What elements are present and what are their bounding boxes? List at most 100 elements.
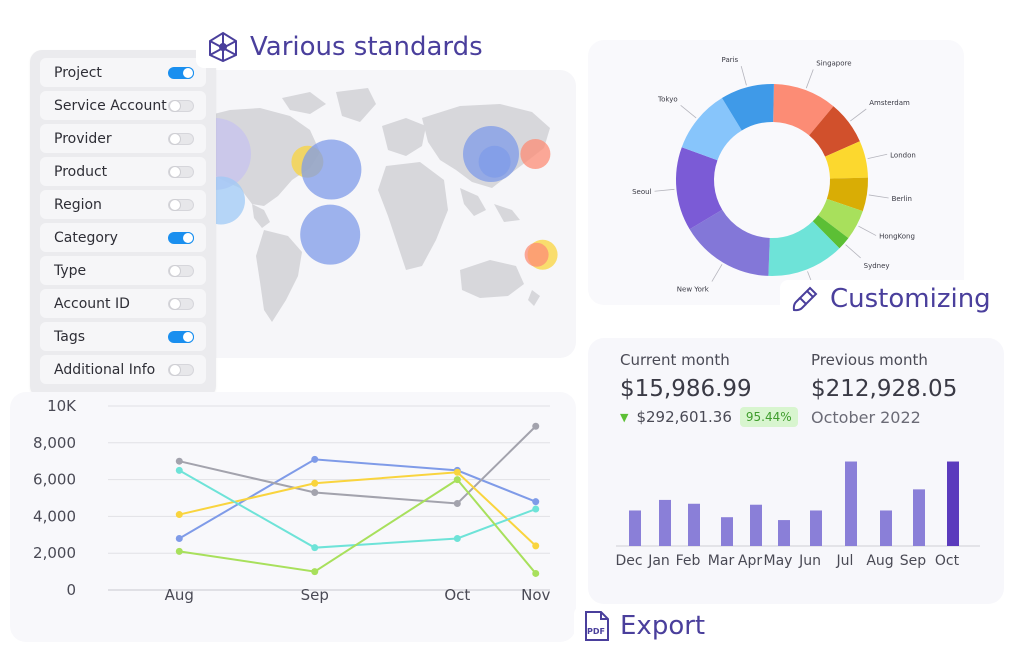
map-bubble: [478, 145, 511, 178]
bar-jan: [659, 499, 671, 546]
donut-chart: Singapore Amsterdam London Berlin HongKong Sy…: [632, 56, 916, 302]
filter-label: Provider: [54, 130, 112, 147]
previous-month-value: $212,928.05: [811, 376, 958, 402]
line-point: [311, 568, 319, 576]
paint-brush-icon: [790, 284, 820, 314]
toggle-knob: [170, 133, 180, 144]
bar-label-oct: Oct: [935, 553, 960, 569]
filter-toggle-service-account[interactable]: [168, 99, 194, 112]
filter-row-tags[interactable]: Tags: [40, 322, 206, 351]
x-tick-label-sep: Sep: [301, 586, 329, 604]
toggle-knob: [183, 331, 193, 342]
bar-label-apr: Apr: [738, 553, 762, 569]
donut-label-hongkong: HongKong: [879, 233, 915, 241]
filter-label: Tags: [54, 328, 85, 345]
donut-chart-card: Singapore Amsterdam London Berlin HongKong Sy…: [588, 40, 964, 305]
toggle-knob: [170, 166, 180, 177]
line-point: [532, 569, 540, 577]
bar-sep: [913, 489, 925, 546]
donut-label-paris: Paris: [722, 56, 739, 64]
delta-row: ▼ $292,601.36 95.44%: [620, 407, 798, 427]
filter-row-service-account[interactable]: Service Account: [40, 91, 206, 120]
filter-toggle-tags[interactable]: [168, 330, 194, 343]
network-icon: [206, 30, 240, 64]
line-point: [175, 547, 183, 555]
line-point: [532, 498, 540, 506]
donut-label-tokyo: Tokyo: [657, 95, 678, 103]
filter-toggle-additional-info[interactable]: [168, 363, 194, 376]
line-point: [453, 468, 461, 476]
filter-row-additional-info[interactable]: Additional Info: [40, 355, 206, 384]
toggle-knob: [183, 232, 193, 243]
toggle-knob: [170, 265, 180, 276]
filter-row-category[interactable]: Category: [40, 223, 206, 252]
various-standards-label: Various standards: [250, 32, 483, 62]
bar-label-mar: Mar: [708, 553, 735, 569]
toggle-knob: [170, 199, 180, 210]
y-tick-label: 6,000: [33, 471, 76, 489]
filter-toggle-product[interactable]: [168, 165, 194, 178]
line-point: [311, 455, 319, 463]
line-series-5: [179, 478, 537, 575]
export-label: Export: [620, 611, 706, 641]
filter-label: Product: [54, 163, 108, 180]
filter-panel: Project Service Account Provider Product Reg…: [30, 50, 216, 398]
world-map: [179, 88, 558, 322]
customizing-label: Customizing: [830, 284, 991, 314]
x-tick-label-aug: Aug: [165, 586, 194, 604]
bar-label-sep: Sep: [900, 553, 927, 569]
line-point: [311, 488, 319, 496]
filter-row-account-id[interactable]: Account ID: [40, 289, 206, 318]
donut-label-berlin: Berlin: [892, 195, 912, 203]
previous-month-label: Previous month: [811, 351, 928, 369]
map-bubble: [301, 139, 362, 200]
toggle-knob: [170, 100, 180, 111]
line-point: [175, 457, 183, 465]
filter-toggle-account-id[interactable]: [168, 297, 194, 310]
filter-row-project[interactable]: Project: [40, 58, 206, 87]
toggle-knob: [170, 298, 180, 309]
bar-feb: [688, 503, 700, 546]
previous-period: October 2022: [811, 408, 921, 427]
bar-label-jan: Jan: [647, 553, 670, 569]
donut-leader-line: [867, 153, 888, 160]
filter-toggle-type[interactable]: [168, 264, 194, 277]
line-chart-card: 0 2,000 4,000 6,000 8,000 10K Aug Sep Oct Nov: [10, 392, 576, 642]
donut-leader-line: [805, 69, 814, 89]
filter-label: Category: [54, 229, 118, 246]
line-point: [311, 544, 319, 552]
bar-jul: [845, 461, 857, 546]
donut-leader-line: [858, 225, 877, 236]
filter-row-product[interactable]: Product: [40, 157, 206, 186]
line-series-2: [179, 425, 537, 505]
donut-label-amsterdam: Amsterdam: [869, 99, 910, 107]
bar-mar: [721, 517, 733, 546]
customizing-heading: Customizing: [780, 280, 1001, 318]
donut-label-new-york: New York: [677, 286, 710, 294]
line-point: [175, 466, 183, 474]
filter-label: Service Account: [54, 97, 167, 114]
filter-row-type[interactable]: Type: [40, 256, 206, 285]
pdf-file-icon: PDF: [584, 610, 610, 642]
y-tick-label: 10K: [47, 397, 77, 415]
filter-toggle-category[interactable]: [168, 231, 194, 244]
toggle-knob: [183, 67, 193, 78]
donut-label-seoul: Seoul: [632, 188, 651, 196]
filter-label: Account ID: [54, 295, 130, 312]
donut-leader-line: [680, 104, 697, 119]
filter-toggle-provider[interactable]: [168, 132, 194, 145]
x-tick-label-oct: Oct: [444, 586, 470, 604]
y-tick-label: 4,000: [33, 507, 76, 525]
donut-leader-line: [654, 188, 675, 192]
filter-row-provider[interactable]: Provider: [40, 124, 206, 153]
filter-toggle-project[interactable]: [168, 66, 194, 79]
filter-toggle-region[interactable]: [168, 198, 194, 211]
line-point: [532, 505, 540, 513]
filter-row-region[interactable]: Region: [40, 190, 206, 219]
filter-label: Additional Info: [54, 361, 156, 378]
toggle-knob: [170, 364, 180, 375]
donut-leader-line: [850, 108, 867, 122]
line-series-1: [178, 458, 537, 540]
trend-down-icon: ▼: [620, 410, 629, 424]
delta-value: $292,601.36: [636, 408, 732, 426]
